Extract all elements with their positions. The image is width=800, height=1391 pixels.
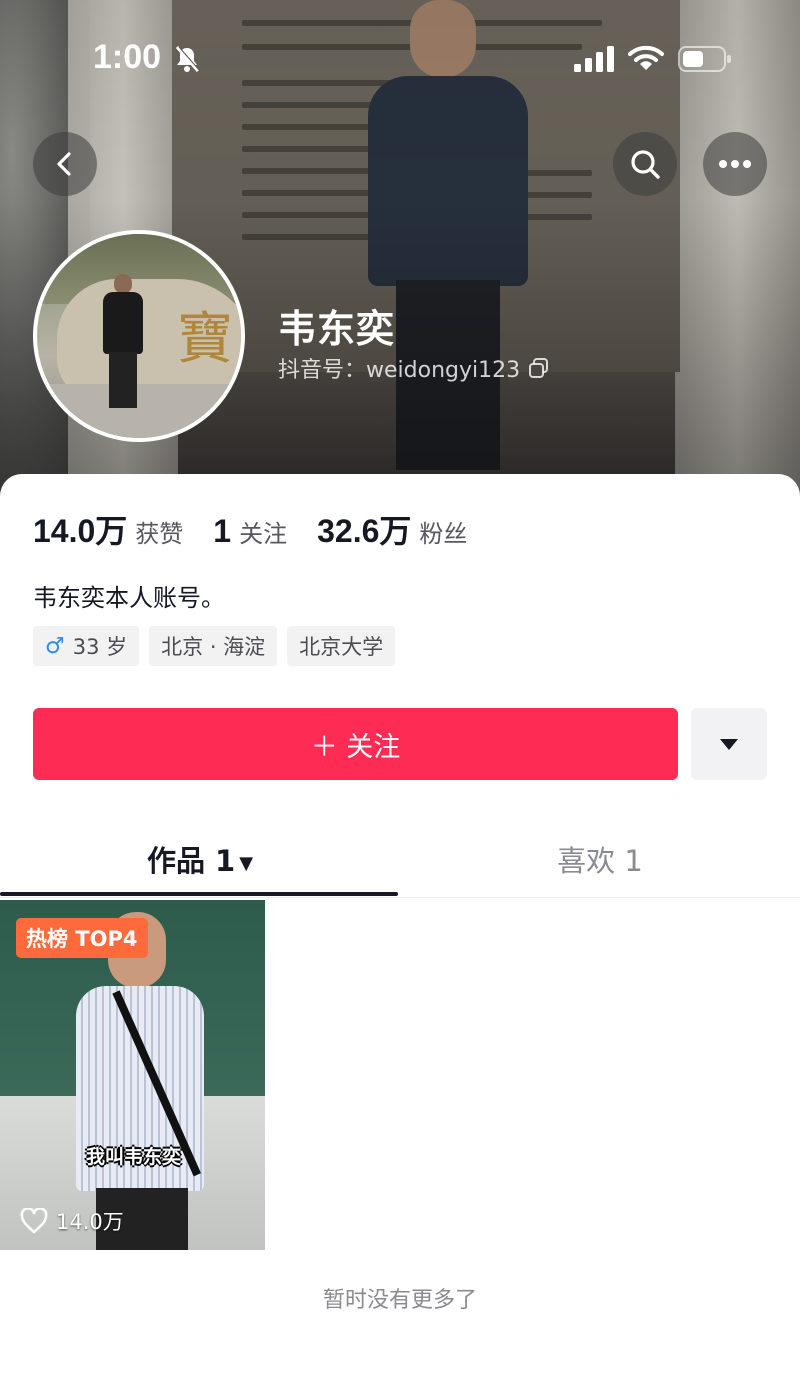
tag-location: 北京 · 海淀 — [149, 626, 278, 666]
stat-label: 粉丝 — [419, 520, 468, 548]
active-tab-indicator — [0, 892, 398, 896]
stat-value: 1 — [213, 513, 232, 549]
hot-rank-badge: 热榜 TOP4 — [16, 918, 148, 958]
chevron-left-icon — [57, 152, 71, 176]
search-icon — [631, 150, 660, 179]
avatar[interactable]: 寶 — [33, 230, 245, 442]
tab-works-label: 作品 1 — [146, 844, 236, 878]
more-dots-icon — [719, 160, 751, 168]
more-button[interactable] — [703, 132, 767, 196]
profile-bio: 韦东奕本人账号。 — [33, 584, 225, 612]
stat-label: 获赞 — [135, 520, 184, 548]
tag-school-text: 北京大学 — [299, 635, 384, 659]
video-tile[interactable]: 热榜 TOP4 我叫韦东奕 14.0万 — [0, 900, 265, 1250]
tag-gender-age: ♂ 33 岁 — [33, 626, 140, 666]
avatar-stone-inscription: 寶 — [177, 307, 233, 372]
douyin-id[interactable]: 抖音号：weidongyi123 — [278, 352, 550, 384]
no-more-content: 暂时没有更多了 — [322, 1288, 477, 1313]
triangle-down-icon — [720, 739, 738, 750]
male-icon: ♂ — [45, 633, 65, 659]
stat-label: 关注 — [239, 520, 288, 548]
stat-followers[interactable]: 32.6万 粉丝 — [317, 506, 467, 552]
wifi-icon — [628, 45, 664, 70]
status-time: 1:00 — [93, 38, 162, 76]
video-likes: 14.0万 — [20, 1206, 124, 1236]
caret-down-icon: ▼ — [239, 852, 254, 874]
content-tabs: 作品 1 ▼ 喜欢 1 — [0, 824, 800, 898]
stat-likes-received[interactable]: 14.0万 获赞 — [33, 506, 183, 552]
tag-location-text: 北京 · 海淀 — [161, 635, 266, 659]
search-button[interactable] — [613, 132, 677, 196]
heart-icon — [20, 1208, 48, 1234]
battery-icon — [678, 46, 731, 72]
profile-name: 韦东奕 — [278, 307, 396, 351]
follow-button[interactable]: ＋ 关注 — [33, 708, 678, 780]
tag-school[interactable]: 北京大学 — [287, 626, 396, 666]
video-likes-count: 14.0万 — [56, 1210, 124, 1234]
tab-works[interactable]: 作品 1 ▼ — [0, 838, 400, 880]
signal-icon — [574, 46, 614, 72]
status-bar: 1:00 — [0, 38, 800, 82]
follow-button-label: ＋ 关注 — [310, 731, 401, 763]
stat-value: 32.6万 — [317, 513, 412, 549]
profile-stats: 14.0万 获赞 1 关注 32.6万 粉丝 — [33, 506, 497, 552]
stat-following[interactable]: 1 关注 — [213, 513, 287, 550]
back-button[interactable] — [33, 132, 97, 196]
tab-likes[interactable]: 喜欢 1 — [400, 838, 800, 880]
copy-icon[interactable] — [528, 357, 550, 379]
profile-sheet: 14.0万 获赞 1 关注 32.6万 粉丝 韦东奕本人账号。 ♂ 33 岁 北… — [0, 474, 800, 1391]
bell-slash-icon — [175, 46, 201, 72]
tag-age: 33 岁 — [72, 635, 128, 659]
video-caption: 我叫韦东奕 — [86, 1146, 182, 1168]
stat-value: 14.0万 — [33, 513, 128, 549]
tab-likes-label: 喜欢 1 — [557, 844, 643, 878]
profile-tags: ♂ 33 岁 北京 · 海淀 北京大学 — [33, 626, 396, 666]
more-actions-dropdown[interactable] — [691, 708, 767, 780]
douyin-id-text: 抖音号：weidongyi123 — [278, 358, 521, 383]
